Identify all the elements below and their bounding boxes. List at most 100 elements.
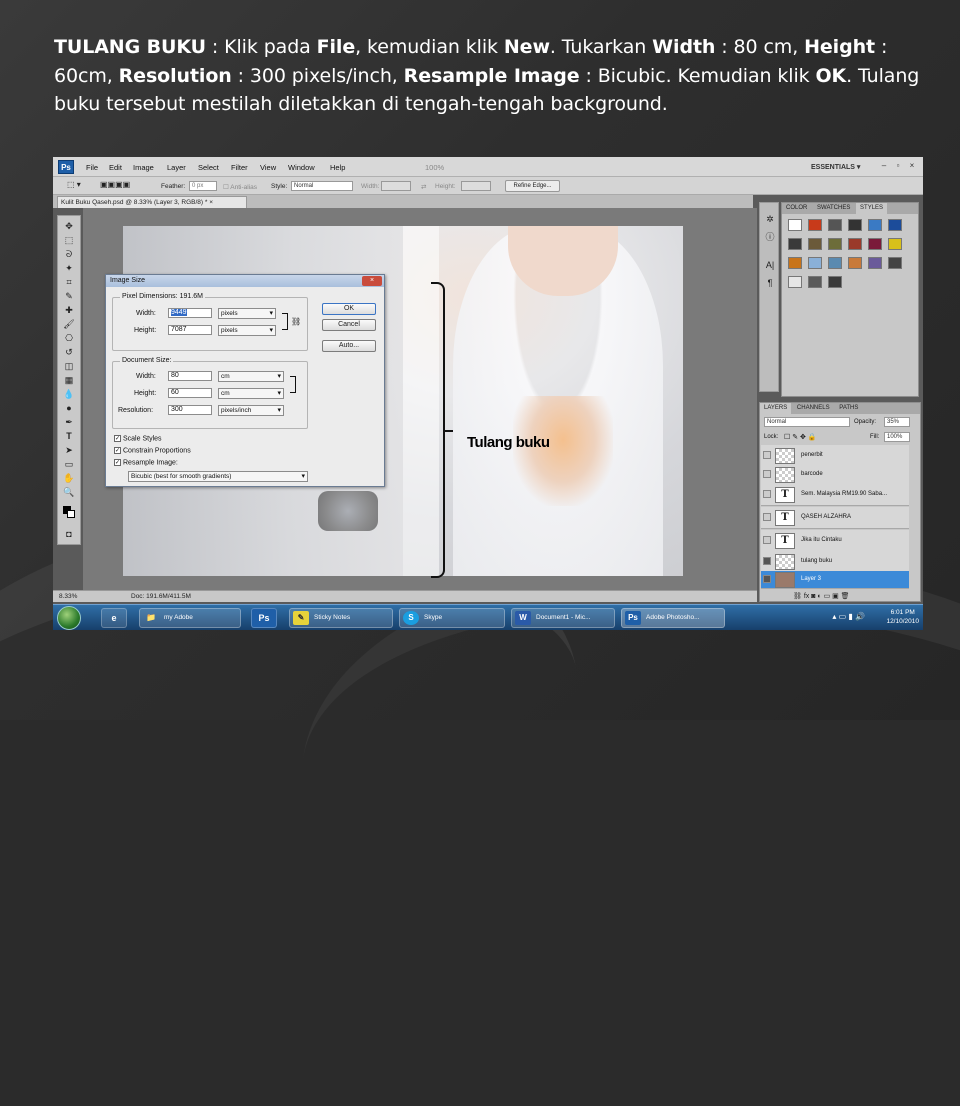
type-tool-icon[interactable]: T <box>62 430 76 442</box>
fill-input[interactable]: 100% <box>884 432 910 442</box>
tab-layers[interactable]: LAYERS <box>760 403 792 414</box>
tab-styles[interactable]: STYLES <box>856 203 888 214</box>
layer-row[interactable]: T Jika itu Cintaku <box>761 530 909 552</box>
dodge-tool-icon[interactable]: ● <box>62 402 76 414</box>
history-brush-icon[interactable]: ↺ <box>62 346 76 358</box>
taskbar-button[interactable]: W Document1 - Mic... <box>511 608 615 628</box>
visibility-toggle[interactable] <box>763 513 771 521</box>
minimize-icon[interactable]: – <box>879 161 889 171</box>
menu-view[interactable]: View <box>260 163 276 172</box>
dialog-close-icon[interactable]: × <box>362 276 382 286</box>
style-swatch[interactable] <box>788 276 802 288</box>
taskbar-button[interactable]: ✎ Sticky Notes <box>289 608 393 628</box>
gradient-tool-icon[interactable]: ▦ <box>62 374 76 386</box>
tab-color[interactable]: COLOR <box>782 203 811 214</box>
scale-styles-checkbox[interactable]: ✓ Scale Styles <box>114 435 162 442</box>
zoom-level[interactable]: 100% <box>425 163 444 172</box>
photoshop-taskbar-icon[interactable]: Ps <box>251 608 277 628</box>
clone-stamp-icon[interactable]: ⎔ <box>62 332 76 344</box>
quick-mask-icon[interactable]: ◘ <box>62 528 76 540</box>
tab-paths[interactable]: PATHS <box>835 403 862 414</box>
auto-button[interactable]: Auto... <box>322 340 376 352</box>
menu-file[interactable]: File <box>86 163 98 172</box>
ok-button[interactable]: OK <box>322 303 376 315</box>
taskbar-button[interactable]: 📁 my Adobe <box>139 608 241 628</box>
selection-mode-icon[interactable]: ▣▣▣▣ <box>100 180 130 189</box>
tab-channels[interactable]: CHANNELS <box>793 403 834 414</box>
pen-tool-icon[interactable]: ✒ <box>62 416 76 428</box>
blend-mode-select[interactable]: Normal <box>764 417 850 427</box>
visibility-eye-icon[interactable] <box>763 557 771 565</box>
doc-height-unit-select[interactable]: cm <box>218 388 284 399</box>
eraser-icon[interactable]: ◫ <box>62 360 76 372</box>
taskbar-button[interactable]: S Skype <box>399 608 505 628</box>
layer-actions-icons[interactable]: ⛓ fx ◙ ◐ ▭ ▣ 🗑 <box>793 592 850 600</box>
layer-row[interactable]: T Sem. Malaysia RM19.90 Saba... <box>761 484 909 506</box>
character-icon[interactable]: A| <box>763 259 777 271</box>
menu-edit[interactable]: Edit <box>109 163 122 172</box>
visibility-toggle[interactable] <box>763 490 771 498</box>
cancel-button[interactable]: Cancel <box>322 319 376 331</box>
shape-tool-icon[interactable]: ▭ <box>62 458 76 470</box>
style-swatch[interactable] <box>888 257 902 269</box>
menu-help[interactable]: Help <box>330 163 345 172</box>
start-button[interactable] <box>57 606 81 630</box>
visibility-toggle[interactable] <box>763 451 771 459</box>
pixel-width-unit-select[interactable]: pixels <box>218 308 276 319</box>
blur-tool-icon[interactable]: 💧 <box>62 388 76 400</box>
resample-image-checkbox[interactable]: ✓ Resample Image: <box>114 459 178 466</box>
lock-icons[interactable]: ☐ ✎ ✥ 🔒 <box>784 433 817 441</box>
swap-icon[interactable]: ⇄ <box>421 183 426 191</box>
style-swatch[interactable] <box>828 257 842 269</box>
resample-method-select[interactable]: Bicubic (best for smooth gradients) <box>128 471 308 482</box>
menu-window[interactable]: Window <box>288 163 315 172</box>
opacity-input[interactable]: 35% <box>884 417 910 427</box>
taskbar-button-active[interactable]: Ps Adobe Photosho... <box>621 608 725 628</box>
brush-tool-icon[interactable]: 🖌 <box>62 318 76 330</box>
status-zoom[interactable]: 8.33% <box>59 591 77 602</box>
maximize-icon[interactable]: ▫ <box>893 161 903 171</box>
height-input[interactable] <box>461 181 491 191</box>
style-swatch[interactable] <box>888 238 902 250</box>
move-tool-icon[interactable]: ✥ <box>62 220 76 232</box>
lasso-tool-icon[interactable]: ᘐ <box>62 248 76 260</box>
visibility-toggle[interactable] <box>763 536 771 544</box>
pixel-height-input[interactable]: 7087 <box>168 325 212 335</box>
close-icon[interactable]: × <box>907 161 917 171</box>
constrain-proportions-checkbox[interactable]: ✓ Constrain Proportions <box>114 447 191 454</box>
layer-row[interactable]: T QASEH ALZAHRA <box>761 507 909 529</box>
style-swatch[interactable] <box>808 276 822 288</box>
style-swatch[interactable] <box>808 257 822 269</box>
resolution-unit-select[interactable]: pixels/inch <box>218 405 284 416</box>
width-input[interactable] <box>381 181 411 191</box>
style-swatch-none[interactable] <box>788 219 802 231</box>
tray-icons[interactable]: ▴ ▭ ▮ 🔊 <box>832 612 865 621</box>
menu-select[interactable]: Select <box>198 163 219 172</box>
refine-edge-button[interactable]: Refine Edge... <box>505 180 560 192</box>
menu-filter[interactable]: Filter <box>231 163 248 172</box>
style-swatch[interactable] <box>848 257 862 269</box>
layer-row[interactable]: barcode <box>761 464 909 486</box>
feather-input[interactable]: 0 px <box>189 181 217 191</box>
marquee-icon[interactable]: ⬚ ▾ <box>67 180 81 189</box>
resolution-input[interactable]: 300 <box>168 405 212 415</box>
style-swatch[interactable] <box>848 238 862 250</box>
layer-row-selected[interactable]: Layer 3 <box>761 571 909 589</box>
style-swatch[interactable] <box>808 238 822 250</box>
style-swatch[interactable] <box>888 219 902 231</box>
style-swatch[interactable] <box>788 238 802 250</box>
workspace-switcher[interactable]: ESSENTIALS ▾ <box>811 163 860 171</box>
clock[interactable]: 6:01 PM 12/10/2010 <box>886 608 919 626</box>
style-swatch[interactable] <box>868 257 882 269</box>
path-selection-icon[interactable]: ➤ <box>62 444 76 456</box>
menu-layer[interactable]: Layer <box>167 163 186 172</box>
eyedropper-icon[interactable]: ✎ <box>62 290 76 302</box>
ie-icon[interactable]: e <box>101 608 127 628</box>
layer-row[interactable]: tulang buku <box>761 551 909 573</box>
antialias-checkbox[interactable]: ☐ Anti-alias <box>223 183 257 191</box>
menu-image[interactable]: Image <box>133 163 154 172</box>
tab-swatches[interactable]: SWATCHES <box>813 203 854 214</box>
style-swatch[interactable] <box>868 238 882 250</box>
style-swatch[interactable] <box>808 219 822 231</box>
crop-tool-icon[interactable]: ⌗ <box>62 276 76 288</box>
